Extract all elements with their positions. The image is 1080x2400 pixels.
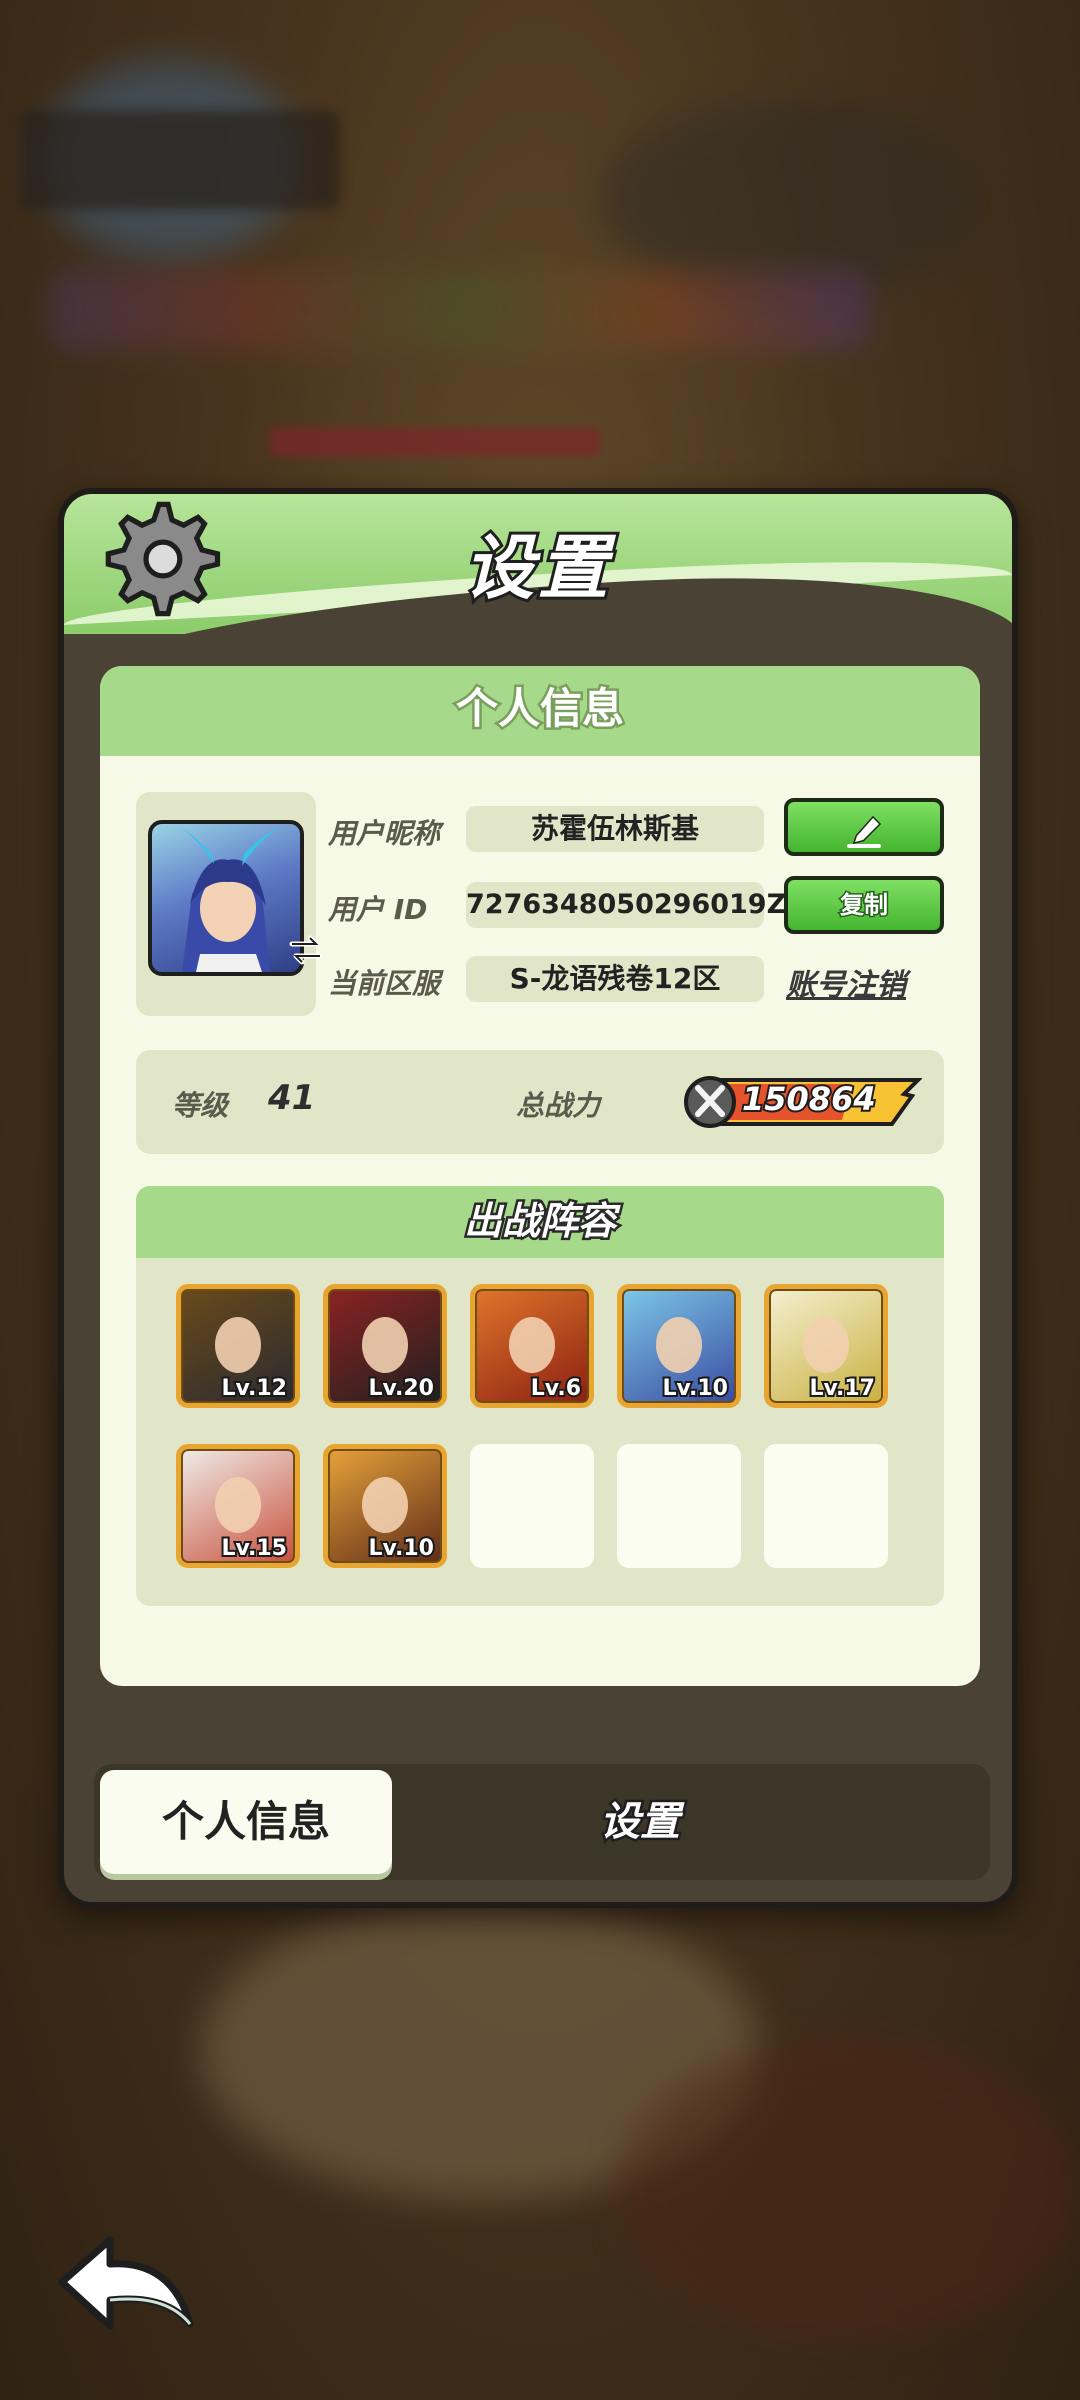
copy-id-button[interactable]: 复制: [784, 876, 944, 934]
deactivate-account-link[interactable]: 账号注销: [786, 960, 906, 1004]
server-label: 当前区服: [328, 967, 441, 1000]
tab-bar: 个人信息 设置: [94, 1764, 990, 1880]
hero-level: Lv.12: [219, 1374, 289, 1403]
empty-hero-slot[interactable]: [617, 1444, 741, 1568]
server-value: S-龙语残卷12区: [466, 956, 764, 1002]
swap-icon[interactable]: [286, 930, 326, 970]
hero-level: Lv.20: [366, 1374, 436, 1403]
hero-level: Lv.10: [660, 1374, 730, 1403]
hero-level: Lv.17: [807, 1374, 877, 1403]
profile-card: 个人信息 用户昵称 苏霍伍林斯基 用户 ID 7276348050296019Z…: [100, 666, 980, 1686]
level-label: 等级: [172, 1089, 229, 1122]
hero-slot[interactable]: Lv.10: [617, 1284, 741, 1408]
swords-icon: [684, 1076, 736, 1128]
hero-portrait: [362, 1317, 408, 1373]
hero-portrait: [656, 1317, 702, 1373]
hero-slot[interactable]: Lv.20: [323, 1284, 447, 1408]
hero-portrait: [215, 1317, 261, 1373]
tab-profile[interactable]: 个人信息: [100, 1770, 392, 1874]
hero-level: Lv.15: [219, 1534, 289, 1563]
hero-slot[interactable]: Lv.6: [470, 1284, 594, 1408]
section-title: 个人信息: [100, 666, 980, 756]
hero-portrait: [215, 1477, 261, 1533]
power-value: 150864: [740, 1078, 878, 1120]
avatar-box[interactable]: [136, 792, 323, 1016]
tab-settings[interactable]: 设置: [494, 1770, 786, 1874]
hero-slot[interactable]: Lv.17: [764, 1284, 888, 1408]
hero-slot[interactable]: Lv.10: [323, 1444, 447, 1568]
hero-portrait: [803, 1317, 849, 1373]
empty-hero-slot[interactable]: [764, 1444, 888, 1568]
hero-slot[interactable]: Lv.15: [176, 1444, 300, 1568]
hero-level: Lv.10: [366, 1534, 436, 1563]
power-label: 总战力: [516, 1089, 601, 1122]
id-value: 7276348050296019Z: [466, 882, 786, 928]
empty-hero-slot[interactable]: [470, 1444, 594, 1568]
id-label: 用户 ID: [328, 893, 428, 926]
avatar-portrait: [182, 828, 278, 972]
hero-slot[interactable]: Lv.12: [176, 1284, 300, 1408]
nickname-value: 苏霍伍林斯基: [466, 806, 764, 852]
hero-portrait: [509, 1317, 555, 1373]
edit-nickname-button[interactable]: [784, 798, 944, 856]
settings-panel: 设置 个人信息 用户昵称 苏霍伍林斯基 用户 ID 72763480502960…: [58, 488, 1018, 1908]
power-badge: 150864: [682, 1074, 922, 1130]
panel-title: 设置: [461, 524, 612, 612]
pencil-icon: [847, 815, 882, 848]
avatar[interactable]: [148, 820, 304, 976]
team-lineup: 出战阵容 Lv.12 Lv.20 Lv.6 Lv.10 Lv.17 Lv.15 Lv.10: [136, 1186, 944, 1606]
team-title: 出战阵容: [136, 1186, 944, 1258]
hero-portrait: [362, 1477, 408, 1533]
stats-row: 等级 41 总战力 150864: [136, 1050, 944, 1154]
level-value: 41: [268, 1078, 316, 1118]
hero-level: Lv.6: [529, 1374, 583, 1403]
nickname-label: 用户昵称: [328, 817, 441, 850]
back-arrow-icon[interactable]: [54, 2230, 204, 2340]
